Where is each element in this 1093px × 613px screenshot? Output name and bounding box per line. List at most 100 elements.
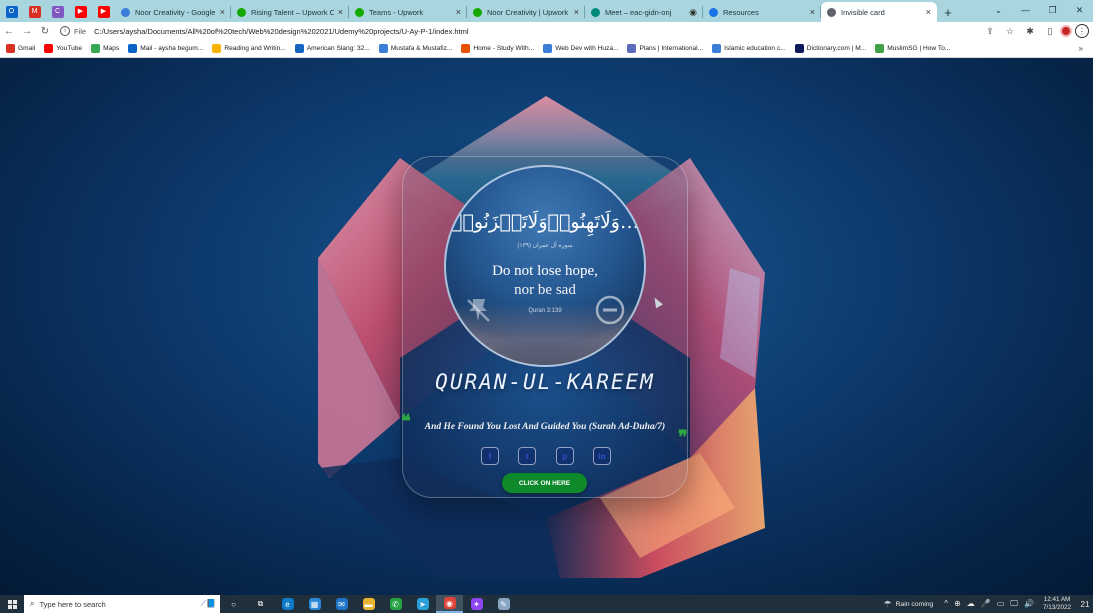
bookmarks-bar: Gmail YouTube Maps Mail - aysha begum... Rea… (0, 40, 1093, 58)
display-icon[interactable]: 🖵 (1010, 599, 1018, 609)
bookmark-item[interactable]: Maps (91, 44, 119, 53)
taskbar-notepad[interactable]: ✎ (490, 595, 517, 613)
taskbar-whatsapp[interactable]: ✆ (382, 595, 409, 613)
bookmark-label: Islamic education c... (724, 45, 786, 52)
bookmark-item[interactable]: American Slang: 32... (294, 44, 370, 53)
unpin-icon[interactable] (463, 295, 493, 325)
window-controls: ⌄ — ❐ ✕ (985, 0, 1093, 20)
reload-button[interactable]: ↻ (36, 22, 54, 40)
linkedin-icon[interactable]: in (592, 447, 611, 465)
whatsapp-icon: ✆ (389, 598, 402, 610)
taskbar-mail[interactable]: ✉ (328, 595, 355, 613)
taskbar-edge[interactable]: e (274, 595, 301, 613)
bookmark-item[interactable]: Gmail (6, 44, 35, 53)
bookmark-item[interactable]: Mail - aysha begum... (128, 44, 203, 53)
tab-favicon-icon (121, 7, 130, 17)
taskbar-search[interactable]: ⌕ Type here to search ⟋📘 (24, 595, 220, 613)
volume-icon[interactable]: 🔊 (1024, 599, 1034, 609)
tab-close-icon[interactable]: × (220, 7, 225, 17)
start-button[interactable] (0, 595, 24, 613)
bookmark-label: Gmail (18, 45, 36, 52)
taskbar-file-explorer[interactable]: ▬ (355, 595, 382, 613)
bookmark-star-icon[interactable]: ☆ (1000, 26, 1020, 37)
bookmark-item[interactable]: Dictionary.com | M... (794, 44, 866, 53)
weather-widget[interactable]: ☂ Rain coming (883, 599, 933, 610)
battery-icon[interactable]: ▭ (997, 599, 1005, 609)
browser-tab[interactable]: Resources × (703, 2, 821, 22)
tab-close-icon[interactable]: × (456, 7, 461, 17)
profile-avatar[interactable] (1060, 25, 1072, 37)
tab-favicon-icon (355, 7, 364, 17)
network-status-icon[interactable]: ⊕ (954, 599, 961, 609)
close-window-button[interactable]: ✕ (1066, 0, 1093, 20)
pinned-tab-outlook[interactable]: O (0, 2, 23, 22)
bookmark-label: Mail - aysha begum... (140, 45, 204, 52)
twitter-icon[interactable]: t (518, 447, 537, 465)
facebook-icon[interactable]: f (481, 447, 499, 465)
microphone-icon[interactable]: 🎤 (981, 599, 991, 609)
tab-title: Rising Talent – Upwork Cc (251, 7, 334, 17)
taskbar-store[interactable]: ▦ (301, 595, 328, 613)
bookmark-item[interactable]: Plans | International... (627, 44, 703, 53)
restore-button[interactable]: ❐ (1039, 0, 1066, 20)
messenger-icon: ✦ (470, 598, 483, 610)
browser-tab[interactable]: Rising Talent – Upwork Cc × (231, 2, 349, 22)
telegram-icon: ➤ (416, 598, 429, 610)
taskbar-task-view[interactable]: ⧉ (247, 595, 274, 613)
bookmark-item[interactable]: Web Dev with Huza... (543, 44, 618, 53)
minus-circle-icon[interactable] (594, 294, 626, 326)
bookmark-item[interactable]: MuslimSG | How To... (875, 44, 950, 53)
pinned-tab-chrome-extension[interactable]: C (46, 2, 69, 22)
browser-tab[interactable]: Teams - Upwork × (349, 2, 467, 22)
info-icon[interactable]: i (60, 26, 70, 36)
tab-close-icon[interactable]: × (810, 7, 815, 17)
onedrive-icon[interactable]: ☁ (967, 599, 975, 609)
taskbar-chrome[interactable]: ◉ (436, 595, 463, 613)
url-text[interactable]: C:/Users/aysha/Documents/All%20of%20tech… (94, 27, 469, 36)
back-button[interactable]: ← (0, 22, 18, 40)
bookmark-item[interactable]: YouTube (44, 44, 82, 53)
show-hidden-icons[interactable]: ^ (944, 599, 948, 609)
side-panel-icon[interactable]: ▯ (1040, 26, 1060, 37)
bookmark-item[interactable]: Islamic education c... (712, 44, 786, 53)
browser-menu-icon[interactable]: ⋮ (1075, 24, 1089, 38)
pinned-tab-gmail[interactable]: M (23, 2, 46, 22)
taskbar-messenger[interactable]: ✦ (463, 595, 490, 613)
bookmark-item[interactable]: Home - Study With... (461, 44, 534, 53)
store-icon: ▦ (308, 598, 321, 610)
tab-close-icon[interactable]: ◉ (689, 7, 697, 18)
bookmark-favicon-icon (212, 44, 222, 53)
windows-taskbar: ⌕ Type here to search ⟋📘 ○ ⧉ e ▦ ✉ ▬ ✆ ➤ ◉ ✦ ✎ ☂ R… (0, 595, 1093, 613)
tab-close-icon[interactable]: × (926, 7, 931, 17)
new-tab-button[interactable]: + (937, 2, 959, 22)
browser-tab[interactable]: Noor Creativity | Upwork × (467, 2, 585, 22)
task-view-icon: ⧉ (257, 599, 264, 608)
clock-date: 7/13/2022 (1042, 604, 1071, 611)
browser-tab[interactable]: Noor Creativity - Google D × (115, 2, 231, 22)
bookmarks-overflow-icon[interactable]: » (1079, 44, 1083, 53)
bookmark-item[interactable]: Mustafa & Mustafiz... (378, 44, 452, 53)
clock[interactable]: 12:41 AM 7/13/2022 (1043, 596, 1071, 612)
tab-close-icon[interactable]: × (574, 7, 579, 17)
chrome-icon: ◉ (443, 597, 456, 609)
browser-tab[interactable]: Invisible card × (821, 2, 937, 22)
taskbar-telegram[interactable]: ➤ (409, 595, 436, 613)
tab-close-icon[interactable]: × (338, 7, 343, 17)
pinned-tab-youtube[interactable]: ▶ (92, 2, 115, 22)
tab-favicon-icon (709, 7, 718, 17)
search-icon: ⌕ (30, 599, 35, 608)
tab-search-icon[interactable]: ⌄ (985, 0, 1012, 20)
address-bar[interactable]: i File C:/Users/aysha/Documents/All%20of… (60, 24, 980, 38)
forward-button[interactable]: → (18, 22, 36, 40)
notification-center-icon[interactable]: 21 (1077, 600, 1093, 609)
bookmark-item[interactable]: Reading and Writin... (212, 44, 286, 53)
minimize-button[interactable]: — (1012, 0, 1039, 20)
browser-tab[interactable]: Meet – eac-gidn-onj ◉ (585, 2, 703, 22)
extensions-icon[interactable]: ✱ (1020, 26, 1040, 37)
taskbar-cortana[interactable]: ○ (220, 595, 247, 613)
windows-logo-icon (7, 599, 17, 609)
share-icon[interactable]: ⇪ (980, 26, 1000, 37)
pinterest-icon[interactable]: p (555, 447, 574, 465)
click-here-button[interactable]: CLICK ON HERE (502, 473, 587, 493)
pinned-tab-youtube[interactable]: ▶ (69, 2, 92, 22)
